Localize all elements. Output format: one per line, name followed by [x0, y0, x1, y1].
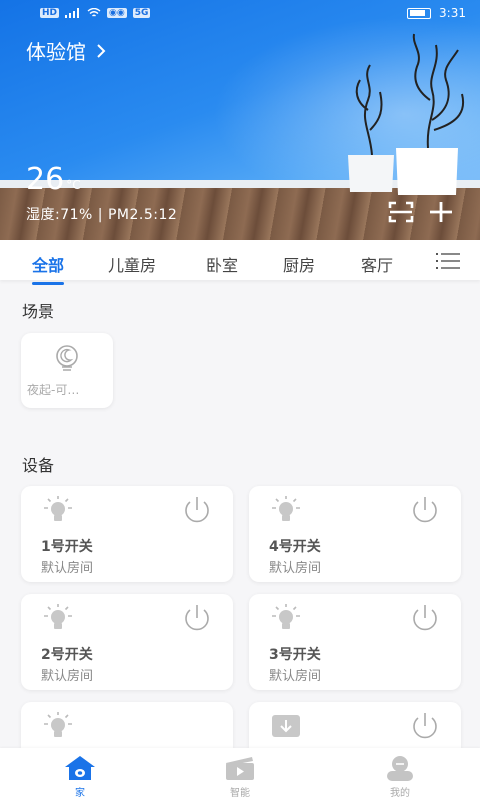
wifi-icon	[87, 8, 101, 17]
device-room: 默认房间	[269, 669, 322, 684]
power-icon[interactable]	[409, 496, 441, 524]
home-selector[interactable]: 体验馆	[26, 36, 106, 65]
clock: 3:31	[439, 6, 466, 20]
power-icon[interactable]	[409, 604, 441, 632]
hd-badge: HD	[40, 8, 60, 18]
device-room: 默认房间	[41, 669, 94, 684]
home-name: 体验馆	[26, 40, 86, 64]
device-card-partial[interactable]	[249, 702, 461, 748]
room-tabs: 全部 儿童房 卧室 厨房 客厅	[0, 240, 480, 285]
device-box-icon	[272, 715, 300, 737]
temperature: 26 °C	[26, 162, 81, 197]
tab-bedroom[interactable]: 卧室	[206, 252, 238, 276]
network-badges: HD ◉◉ 5G	[40, 8, 151, 18]
temperature-value: 26	[26, 162, 65, 197]
nav-smart[interactable]: 智能	[210, 754, 270, 799]
tab-kitchen[interactable]: 厨房	[283, 252, 315, 276]
nav-profile-label: 我的	[390, 788, 410, 799]
status-bar: HD ◉◉ 5G 3:31	[0, 0, 480, 26]
tab-living-room[interactable]: 客厅	[361, 252, 393, 276]
light-bulb-icon	[44, 604, 72, 629]
hero-banner: HD ◉◉ 5G 3:31 体验馆 26 °C 湿度:71% | PM2.5:12	[0, 0, 480, 240]
nav-home-label: 家	[75, 788, 85, 799]
light-bulb-icon	[272, 604, 300, 629]
power-icon[interactable]	[409, 712, 441, 740]
room-menu-icon[interactable]	[436, 252, 460, 270]
bottom-nav: 家 智能 我的	[0, 748, 480, 800]
scene-card[interactable]: 夜起-可…	[21, 333, 113, 408]
device-name: 4号开关	[269, 539, 321, 555]
tab-kids-room[interactable]: 儿童房	[108, 252, 156, 276]
signal-icon	[65, 8, 80, 18]
chevron-right-icon	[97, 43, 106, 58]
scene-label: 夜起-可…	[27, 383, 80, 397]
nfc-badge: ◉◉	[107, 8, 127, 18]
home-icon	[65, 756, 95, 780]
device-card-switch-2[interactable]: 2号开关 默认房间	[21, 594, 233, 690]
battery-icon	[407, 7, 432, 19]
light-bulb-icon	[272, 496, 300, 521]
tab-all[interactable]: 全部	[32, 252, 65, 285]
plant-illustration	[348, 33, 465, 195]
nav-smart-label: 智能	[230, 788, 250, 799]
device-card-switch-4[interactable]: 4号开关 默认房间	[249, 486, 461, 582]
scenes-title: 场景	[22, 302, 55, 321]
power-icon[interactable]	[181, 496, 213, 524]
device-card-partial[interactable]	[21, 702, 233, 748]
add-icon[interactable]	[428, 200, 454, 224]
smart-icon	[226, 757, 254, 780]
scan-icon[interactable]	[388, 200, 414, 224]
device-name: 1号开关	[41, 539, 93, 555]
environment-readout: 湿度:71% | PM2.5:12	[26, 207, 178, 223]
device-room: 默认房间	[41, 561, 94, 576]
device-card-switch-1[interactable]: 1号开关 默认房间	[21, 486, 233, 582]
light-bulb-icon	[44, 712, 72, 737]
night-bulb-icon	[56, 345, 78, 371]
device-room: 默认房间	[269, 561, 322, 576]
device-card-switch-3[interactable]: 3号开关 默认房间	[249, 594, 461, 690]
devices-title: 设备	[22, 456, 55, 475]
profile-icon	[387, 756, 413, 781]
power-icon[interactable]	[181, 604, 213, 632]
nav-home[interactable]: 家	[50, 754, 110, 799]
5g-badge: 5G	[132, 8, 151, 18]
nav-profile[interactable]: 我的	[370, 754, 430, 799]
temperature-unit: °C	[66, 178, 81, 192]
device-name: 3号开关	[269, 647, 321, 663]
device-name: 2号开关	[41, 647, 93, 663]
light-bulb-icon	[44, 496, 72, 521]
